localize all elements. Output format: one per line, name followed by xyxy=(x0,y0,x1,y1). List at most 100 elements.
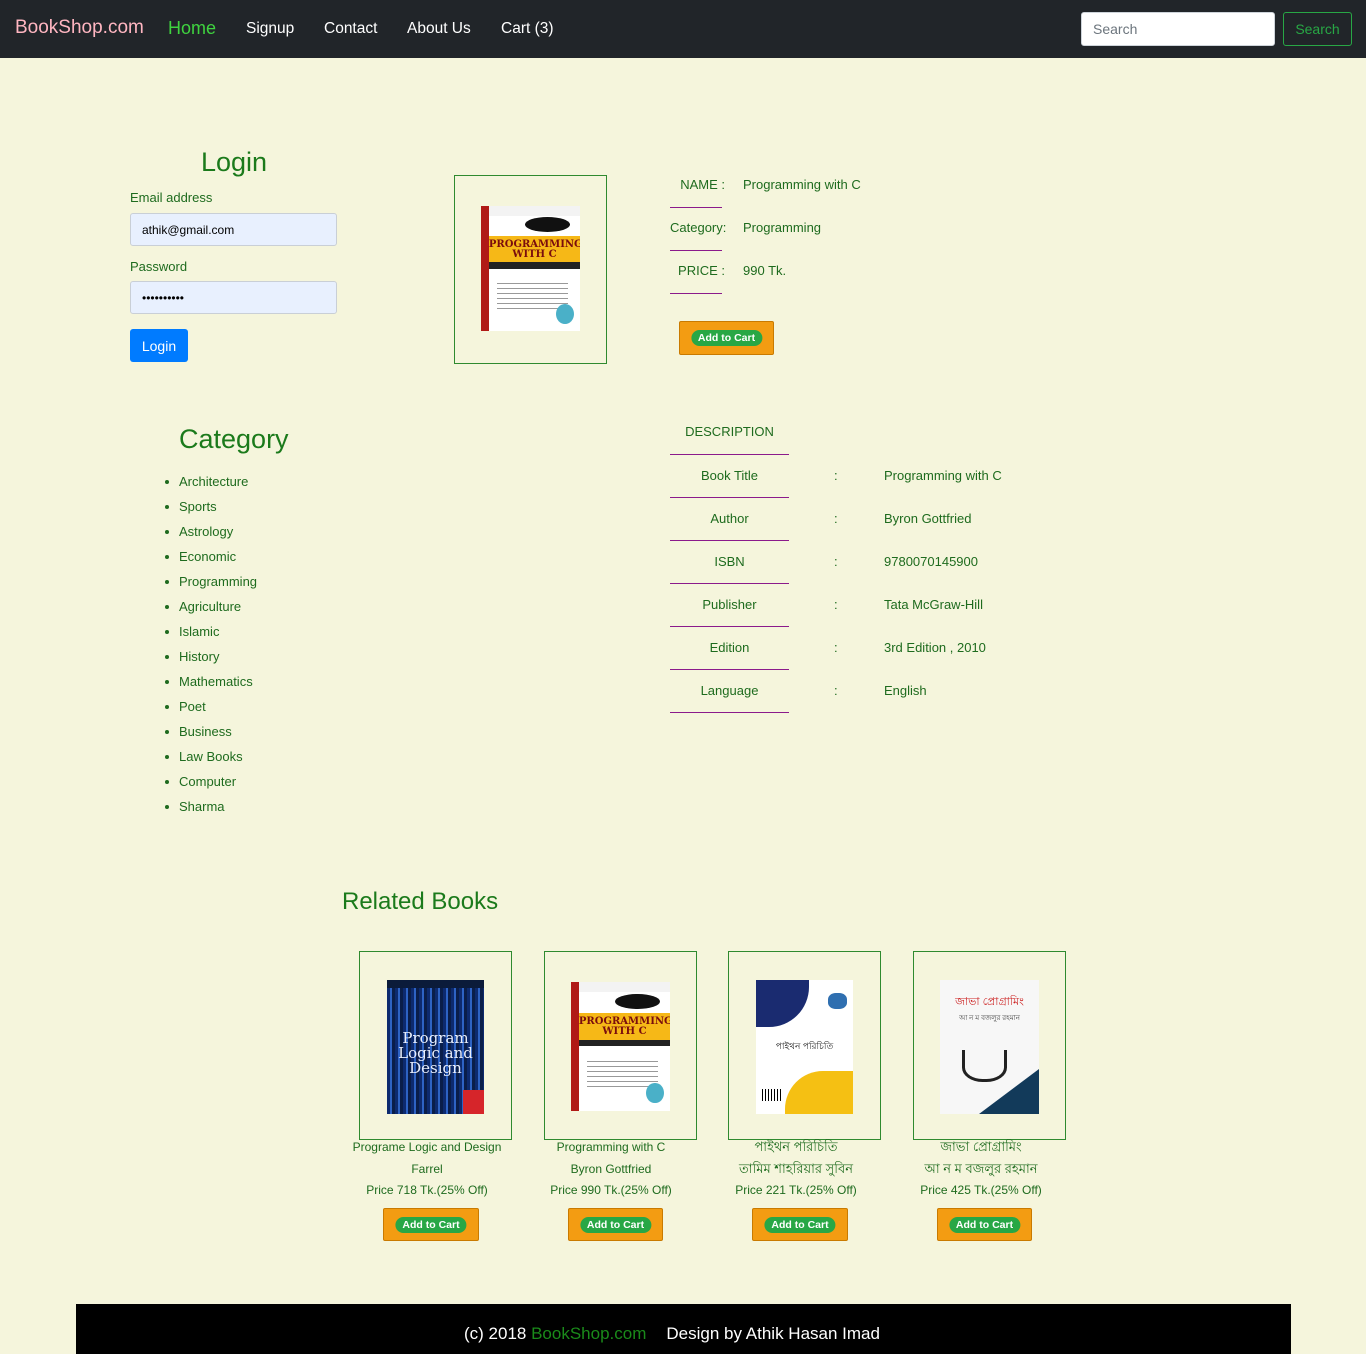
desc-colon: : xyxy=(834,511,838,526)
category-list: Architecture Sports Astrology Economic P… xyxy=(164,472,257,822)
category-item-astrology[interactable]: Astrology xyxy=(164,522,257,547)
divider xyxy=(670,540,789,541)
cover-title: Program Logic and Design xyxy=(398,1028,473,1077)
nav-signup[interactable]: Signup xyxy=(246,20,294,38)
category-item-mathematics[interactable]: Mathematics xyxy=(164,672,257,697)
desc-label-isbn: ISBN xyxy=(714,554,745,569)
login-button[interactable]: Login xyxy=(130,329,188,362)
related-book-author: আ ন ম বজলুর রহমান xyxy=(924,1161,1038,1176)
related-book-author: তামিম শাহরিয়ার সুবিন xyxy=(739,1161,853,1176)
book-cover-image: PROGRAMMING WITH C xyxy=(571,982,670,1111)
desc-label-book-title: Book Title xyxy=(700,468,759,483)
add-to-cart-label: Add to Cart xyxy=(395,1216,467,1233)
book-cover-image: Program Logic and Design xyxy=(387,980,484,1114)
desc-colon: : xyxy=(834,554,838,569)
footer-brand-link[interactable]: BookShop.com xyxy=(531,1324,646,1343)
book-cover-image: পাইথন পরিচিতি xyxy=(756,980,853,1114)
desc-value-language: English xyxy=(884,683,927,698)
email-label: Email address xyxy=(130,190,213,205)
desc-label-author: Author xyxy=(710,511,749,526)
name-label: NAME : xyxy=(680,177,725,192)
password-label: Password xyxy=(130,259,188,274)
category-item-programming[interactable]: Programming xyxy=(164,572,257,597)
category-item-sharma[interactable]: Sharma xyxy=(164,797,257,822)
email-field[interactable]: athik@gmail.com xyxy=(130,213,337,246)
add-to-cart-label: Add to Cart xyxy=(690,330,763,346)
desc-value-author: Byron Gottfried xyxy=(884,511,972,526)
category-item-agriculture[interactable]: Agriculture xyxy=(164,597,257,622)
related-book-title[interactable]: Programming with C xyxy=(511,1140,711,1154)
footer-copyright: (c) 2018 xyxy=(464,1324,532,1343)
related-book-price: Price 221 Tk.(25% Off) xyxy=(735,1183,857,1197)
nav-about-us[interactable]: About Us xyxy=(407,20,471,38)
add-to-cart-button[interactable]: Add to Cart xyxy=(752,1208,848,1241)
category-item-sports[interactable]: Sports xyxy=(164,497,257,522)
product-image-frame: PROGRAMMING WITH C xyxy=(454,175,607,364)
book-cover-image: জাভা প্রোগ্রামিং আ ন ম বজলুর রহমান xyxy=(940,980,1039,1114)
related-book-author: Farrel xyxy=(411,1162,443,1176)
divider xyxy=(670,207,722,208)
related-book-price: Price 425 Tk.(25% Off) xyxy=(920,1183,1042,1197)
category-item-law-books[interactable]: Law Books xyxy=(164,747,257,772)
related-book-title[interactable]: Programe Logic and Design xyxy=(327,1140,527,1154)
related-book-image-frame[interactable]: জাভা প্রোগ্রামিং আ ন ম বজলুর রহমান xyxy=(913,951,1066,1140)
search-input[interactable]: Search xyxy=(1081,12,1275,46)
category-item-business[interactable]: Business xyxy=(164,722,257,747)
related-book-image-frame[interactable]: PROGRAMMING WITH C xyxy=(544,951,697,1140)
nav-cart[interactable]: Cart (3) xyxy=(501,20,554,38)
price-label: PRICE : xyxy=(678,263,725,278)
add-to-cart-label: Add to Cart xyxy=(764,1216,836,1233)
desc-value-book-title: Programming with C xyxy=(884,468,1002,483)
category-item-history[interactable]: History xyxy=(164,647,257,672)
divider xyxy=(670,497,789,498)
desc-value-isbn: 9780070145900 xyxy=(884,554,978,569)
related-book-image-frame[interactable]: পাইথন পরিচিতি xyxy=(728,951,881,1140)
category-item-architecture[interactable]: Architecture xyxy=(164,472,257,497)
password-field[interactable]: •••••••••• xyxy=(130,281,337,314)
related-books-title: Related Books xyxy=(342,888,499,915)
add-to-cart-label: Add to Cart xyxy=(579,1216,652,1233)
category-item-poet[interactable]: Poet xyxy=(164,697,257,722)
cover-title: PROGRAMMING WITH C xyxy=(488,238,580,261)
desc-colon: : xyxy=(834,640,838,655)
cover-title: PROGRAMMING WITH C xyxy=(578,1015,670,1038)
desc-label-publisher: Publisher xyxy=(702,597,757,612)
login-title: Login xyxy=(201,147,268,177)
cover-title: জাভা প্রোগ্রামিং xyxy=(955,996,1024,1009)
add-to-cart-button[interactable]: Add to Cart xyxy=(937,1208,1032,1241)
divider xyxy=(670,454,789,455)
nav-home[interactable]: Home xyxy=(168,18,216,39)
desc-colon: : xyxy=(834,468,838,483)
name-value: Programming with C xyxy=(743,177,861,192)
navbar: BookShop.com Home Signup Contact About U… xyxy=(0,0,1366,58)
add-to-cart-button[interactable]: Add to Cart xyxy=(679,321,774,355)
related-book-price: Price 990 Tk.(25% Off) xyxy=(550,1183,672,1197)
footer: (c) 2018 BookShop.com Design by Athik Has… xyxy=(76,1304,1291,1354)
category-item-islamic[interactable]: Islamic xyxy=(164,622,257,647)
cover-author: আ ন ম বজলুর রহমান xyxy=(959,1015,1020,1023)
category-value: Programming xyxy=(743,220,822,235)
related-book-image-frame[interactable]: Program Logic and Design xyxy=(359,951,512,1140)
related-book-title[interactable]: পাইথন পরিচিতি xyxy=(696,1138,896,1159)
desc-colon: : xyxy=(834,683,838,698)
category-item-economic[interactable]: Economic xyxy=(164,547,257,572)
desc-colon: : xyxy=(834,597,838,612)
brand-link[interactable]: BookShop.com xyxy=(15,17,144,39)
related-book-title[interactable]: জাভা প্রোগ্রামিং xyxy=(881,1138,1081,1159)
description-heading: DESCRIPTION xyxy=(685,424,774,439)
footer-design-credit: Design by Athik Hasan Imad xyxy=(666,1324,880,1343)
divider xyxy=(670,583,789,584)
divider xyxy=(670,669,789,670)
divider xyxy=(670,293,722,294)
price-value: 990 Tk. xyxy=(743,263,787,278)
add-to-cart-button[interactable]: Add to Cart xyxy=(383,1208,479,1241)
category-item-computer[interactable]: Computer xyxy=(164,772,257,797)
search-button[interactable]: Search xyxy=(1283,12,1352,46)
related-book-price: Price 718 Tk.(25% Off) xyxy=(366,1183,488,1197)
desc-label-language: Language xyxy=(700,683,759,698)
divider xyxy=(670,712,789,713)
category-title: Category xyxy=(179,424,289,454)
nav-contact[interactable]: Contact xyxy=(324,20,377,38)
desc-value-edition: 3rd Edition , 2010 xyxy=(884,640,986,655)
add-to-cart-button[interactable]: Add to Cart xyxy=(568,1208,663,1241)
